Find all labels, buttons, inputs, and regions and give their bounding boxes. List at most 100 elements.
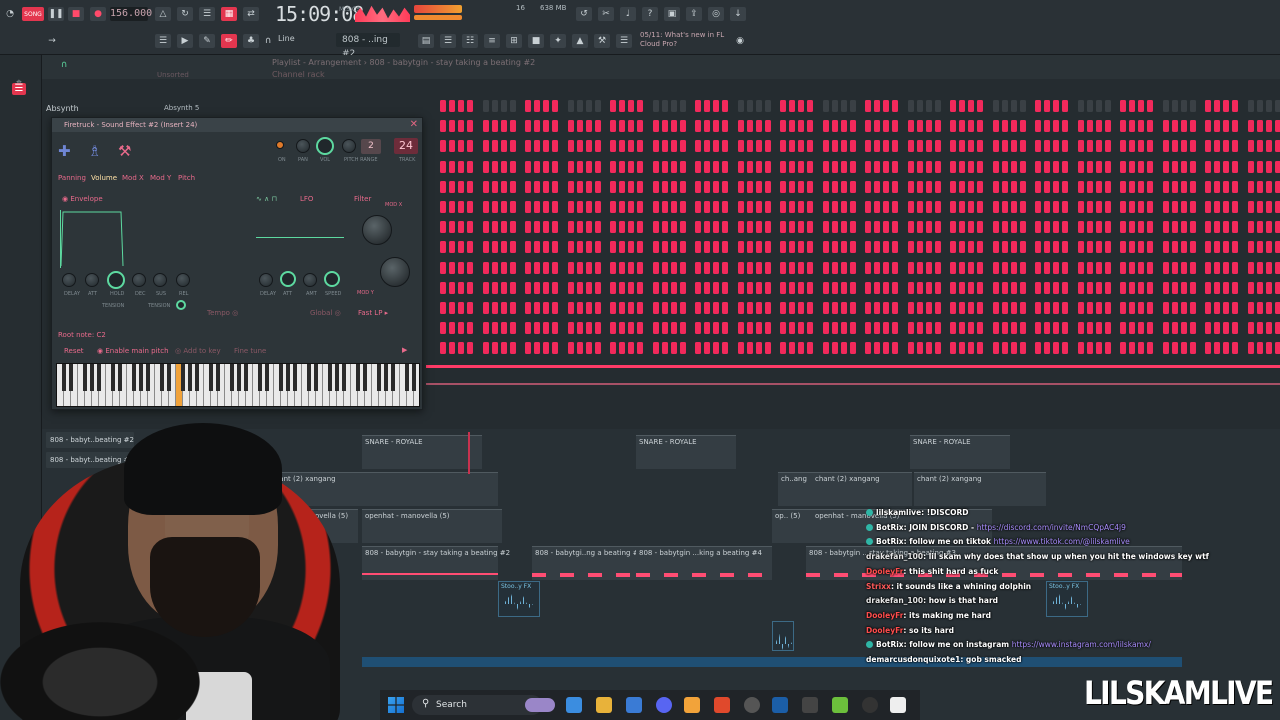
step-button[interactable] xyxy=(525,180,531,193)
step-button[interactable] xyxy=(637,221,643,234)
mod-y-knob[interactable] xyxy=(380,257,410,287)
step-button[interactable] xyxy=(798,261,804,274)
step-button[interactable] xyxy=(934,342,941,355)
step-button[interactable] xyxy=(722,342,728,355)
snap-magnet-icon[interactable]: ∩ xyxy=(260,34,276,48)
step-button[interactable] xyxy=(968,281,974,294)
step-button[interactable] xyxy=(934,120,941,133)
step-button[interactable] xyxy=(1035,342,1041,355)
step-button[interactable] xyxy=(1044,322,1050,335)
step-button[interactable] xyxy=(695,342,701,355)
step-button[interactable] xyxy=(1265,120,1272,133)
step-button[interactable] xyxy=(1247,140,1254,153)
step-button[interactable] xyxy=(637,302,643,314)
step-button[interactable] xyxy=(789,342,795,355)
step-button[interactable] xyxy=(807,120,813,133)
step-button[interactable] xyxy=(874,201,880,213)
step-button[interactable] xyxy=(458,221,464,234)
step-button[interactable] xyxy=(1232,201,1238,213)
step-button[interactable] xyxy=(1104,241,1111,254)
step-button[interactable] xyxy=(1274,180,1280,193)
step-button[interactable] xyxy=(925,302,932,314)
step-button[interactable] xyxy=(594,281,601,294)
step-button[interactable] xyxy=(968,120,974,133)
step-button[interactable] xyxy=(637,322,643,335)
piano-black-key[interactable] xyxy=(83,364,87,391)
step-button[interactable] xyxy=(874,221,880,234)
step-button[interactable] xyxy=(679,180,686,193)
magnet-icon[interactable]: ∩ xyxy=(56,58,72,72)
step-button[interactable] xyxy=(534,221,540,234)
step-button[interactable] xyxy=(874,160,880,173)
step-button[interactable] xyxy=(500,221,507,234)
piano-black-key[interactable] xyxy=(160,364,164,391)
chat-username[interactable]: DooleyFr xyxy=(866,611,903,620)
step-button[interactable] xyxy=(925,241,932,254)
step-button[interactable] xyxy=(789,180,795,193)
step-button[interactable] xyxy=(1138,160,1144,173)
mixer-track-value[interactable]: 24 xyxy=(394,138,418,154)
step-button[interactable] xyxy=(652,302,659,314)
step-button[interactable] xyxy=(755,160,762,173)
step-button[interactable] xyxy=(1205,342,1211,355)
chat-username[interactable]: Strixx xyxy=(866,582,891,591)
step-edit-icon[interactable]: ▦ xyxy=(221,7,237,21)
lfo-delay-knob[interactable] xyxy=(259,273,273,287)
step-button[interactable] xyxy=(934,100,941,112)
step-button[interactable] xyxy=(892,281,898,294)
step-button[interactable] xyxy=(1162,100,1169,112)
step-button[interactable] xyxy=(925,160,932,173)
fl-studio-icon[interactable] xyxy=(684,697,700,713)
step-button[interactable] xyxy=(1053,100,1059,112)
step-button[interactable] xyxy=(543,261,549,274)
chat-link[interactable]: https://www.instagram.com/lilskamx/ xyxy=(1012,640,1151,649)
step-button[interactable] xyxy=(874,140,880,153)
step-button[interactable] xyxy=(449,241,455,254)
track-filter[interactable]: Unsorted xyxy=(157,71,189,79)
step-button[interactable] xyxy=(1232,221,1238,234)
step-button[interactable] xyxy=(892,261,898,274)
step-button[interactable] xyxy=(610,120,616,133)
step-button[interactable] xyxy=(807,140,813,153)
step-button[interactable] xyxy=(840,261,847,274)
step-button[interactable] xyxy=(585,281,592,294)
env-delay-knob[interactable] xyxy=(62,273,76,287)
step-button[interactable] xyxy=(950,140,956,153)
step-button[interactable] xyxy=(652,322,659,335)
step-button[interactable] xyxy=(977,322,983,335)
step-button[interactable] xyxy=(1138,342,1144,355)
step-button[interactable] xyxy=(822,302,829,314)
step-button[interactable] xyxy=(1010,342,1017,355)
step-button[interactable] xyxy=(695,160,701,173)
step-button[interactable] xyxy=(543,241,549,254)
step-button[interactable] xyxy=(892,241,898,254)
step-button[interactable] xyxy=(968,160,974,173)
step-button[interactable] xyxy=(1019,180,1026,193)
step-button[interactable] xyxy=(440,281,446,294)
step-button[interactable] xyxy=(661,342,668,355)
step-button[interactable] xyxy=(610,302,616,314)
step-button[interactable] xyxy=(992,322,999,335)
step-button[interactable] xyxy=(1223,100,1229,112)
step-button[interactable] xyxy=(449,120,455,133)
step-button[interactable] xyxy=(892,140,898,153)
step-button[interactable] xyxy=(440,120,446,133)
step-button[interactable] xyxy=(1214,261,1220,274)
step-button[interactable] xyxy=(1062,342,1068,355)
steam-icon[interactable] xyxy=(772,697,788,713)
env-hold-knob[interactable] xyxy=(107,271,125,289)
step-button[interactable] xyxy=(1129,281,1135,294)
cloud-icon[interactable]: ◉ xyxy=(732,34,748,48)
step-button[interactable] xyxy=(737,221,744,234)
step-button[interactable] xyxy=(552,201,558,213)
step-button[interactable] xyxy=(449,261,455,274)
step-button[interactable] xyxy=(619,281,625,294)
step-button[interactable] xyxy=(1077,140,1084,153)
step-button[interactable] xyxy=(1095,342,1102,355)
step-button[interactable] xyxy=(831,302,838,314)
step-button[interactable] xyxy=(764,221,771,234)
step-button[interactable] xyxy=(704,221,710,234)
step-button[interactable] xyxy=(925,100,932,112)
step-button[interactable] xyxy=(907,342,914,355)
step-button[interactable] xyxy=(874,100,880,112)
